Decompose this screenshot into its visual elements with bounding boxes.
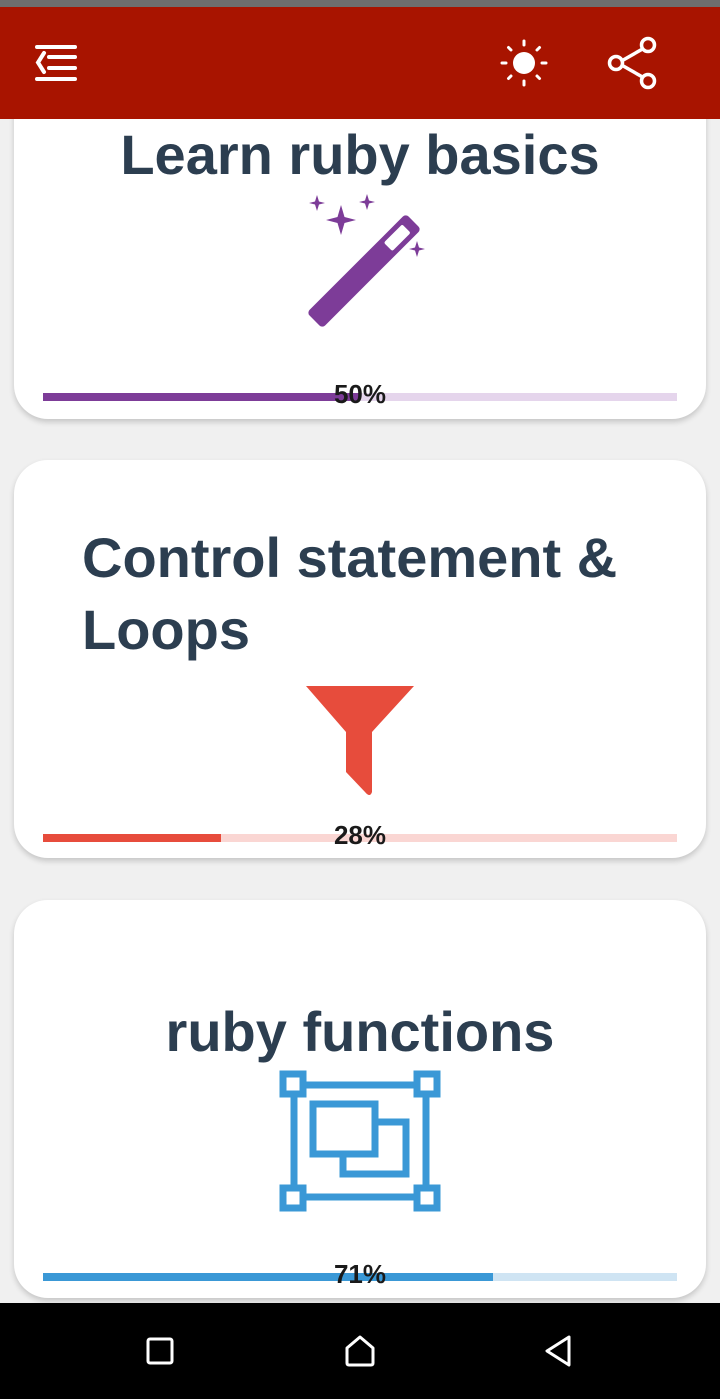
progress-label: 50% <box>333 379 387 409</box>
recents-square-icon <box>146 1337 174 1365</box>
share-button[interactable] <box>602 33 662 93</box>
course-list: Learn ruby basics 50% Control statement … <box>0 119 720 1303</box>
course-title: Learn ruby basics <box>120 123 600 186</box>
share-icon <box>607 36 657 90</box>
back-triangle-icon <box>545 1335 571 1367</box>
magic-wand-icon <box>294 189 434 334</box>
course-title: Control statement & Loops <box>82 526 618 661</box>
course-card-ruby-functions[interactable]: ruby functions 71% <box>14 900 706 1298</box>
status-strip <box>0 0 720 7</box>
progress-label: 28% <box>333 820 387 850</box>
course-card-control-statements[interactable]: Control statement & Loops 28% <box>14 460 706 858</box>
menu-button[interactable] <box>26 33 86 93</box>
back-button[interactable] <box>538 1331 578 1371</box>
progress-bar: 50% <box>43 379 677 409</box>
object-group-icon <box>279 1070 441 1217</box>
theme-toggle-button[interactable] <box>494 33 554 93</box>
progress-bar: 28% <box>43 820 677 850</box>
home-icon <box>345 1335 375 1367</box>
home-button[interactable] <box>340 1331 380 1371</box>
brightness-icon <box>500 39 548 87</box>
progress-label: 71% <box>333 1259 387 1289</box>
recents-button[interactable] <box>140 1331 180 1371</box>
menu-collapse-icon <box>35 45 77 81</box>
progress-bar: 71% <box>43 1259 677 1289</box>
course-card-ruby-basics[interactable]: Learn ruby basics 50% <box>14 119 706 419</box>
funnel-icon <box>304 686 416 803</box>
app-bar <box>0 7 720 119</box>
course-title: ruby functions <box>165 1000 555 1063</box>
system-nav-bar <box>0 1303 720 1399</box>
